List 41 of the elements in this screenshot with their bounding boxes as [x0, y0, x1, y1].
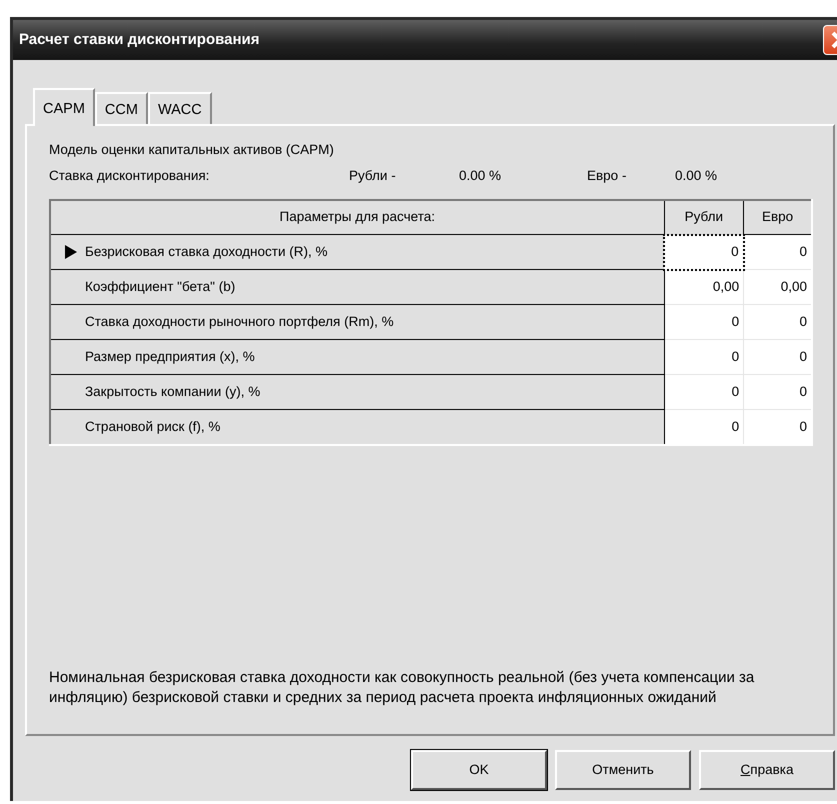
dialog-button[interactable]: Отменить	[555, 750, 691, 790]
row-label: Страновой риск (f), %	[85, 418, 220, 436]
tab[interactable]: CCM	[94, 92, 148, 124]
rub-label: Рубли -	[349, 167, 397, 186]
row-header[interactable]: Закрытость компании (y), %	[50, 374, 664, 410]
table-cell[interactable]: 0	[744, 234, 812, 270]
tab[interactable]: WACC	[148, 92, 212, 124]
table-cell[interactable]: 0,00	[664, 270, 744, 304]
description-text: Номинальная безрисковая ставка доходности как совокупность реальной (без учета компенсации за инфляцию) безрисковой ставки и средних за период расчета проекта инфляционных ожиданий	[49, 668, 756, 708]
table-cell[interactable]: 0	[664, 374, 744, 410]
row-header[interactable]: Коэффициент "бета" (b)	[50, 270, 664, 304]
rate-label: Ставка дисконтирования:	[49, 167, 210, 186]
model-title: Модель оценки капитальных активов (CAPM)	[49, 141, 335, 159]
table-cell[interactable]: 0	[744, 374, 812, 410]
table-cell[interactable]: 0	[664, 340, 744, 374]
row-label: Коэффициент "бета" (b)	[85, 278, 236, 296]
table-cell[interactable]: 0	[664, 234, 744, 270]
row-label: Размер предприятия (x), %	[85, 348, 255, 366]
eur-value: 0.00 %	[675, 167, 718, 186]
table-cell[interactable]: 0,00	[744, 270, 812, 304]
window-title: Расчет ставки дисконтирования	[19, 30, 260, 50]
row-label: Безрисковая ставка доходности (R), %	[85, 242, 328, 261]
table-cell[interactable]: 0	[664, 410, 744, 444]
tab[interactable]: CAPM	[33, 88, 95, 126]
dialog-button[interactable]: Справка	[699, 750, 835, 790]
dialog-button[interactable]: OK	[411, 750, 547, 790]
rub-value: 0.00 %	[459, 167, 502, 186]
row-header[interactable]: Безрисковая ставка доходности (R), %	[50, 234, 664, 270]
table-cell[interactable]: 0	[744, 410, 812, 444]
row-header[interactable]: Ставка доходности рыночного портфеля (Rm), %	[50, 304, 664, 340]
row-header[interactable]: Размер предприятия (x), %	[50, 340, 664, 374]
row-label: Ставка доходности рыночного портфеля (Rm), %	[85, 312, 394, 331]
table-cell[interactable]: 0	[664, 304, 744, 340]
column-header: Рубли	[664, 200, 744, 234]
row-header[interactable]: Страновой риск (f), %	[50, 410, 664, 444]
row-label: Закрытость компании (y), %	[85, 382, 260, 401]
table-cell[interactable]: 0	[744, 340, 812, 374]
column-header: Параметры для расчета:	[50, 200, 664, 234]
column-header: Евро	[744, 200, 812, 234]
eur-label: Евро -	[587, 167, 628, 186]
table-cell[interactable]: 0	[744, 304, 812, 340]
